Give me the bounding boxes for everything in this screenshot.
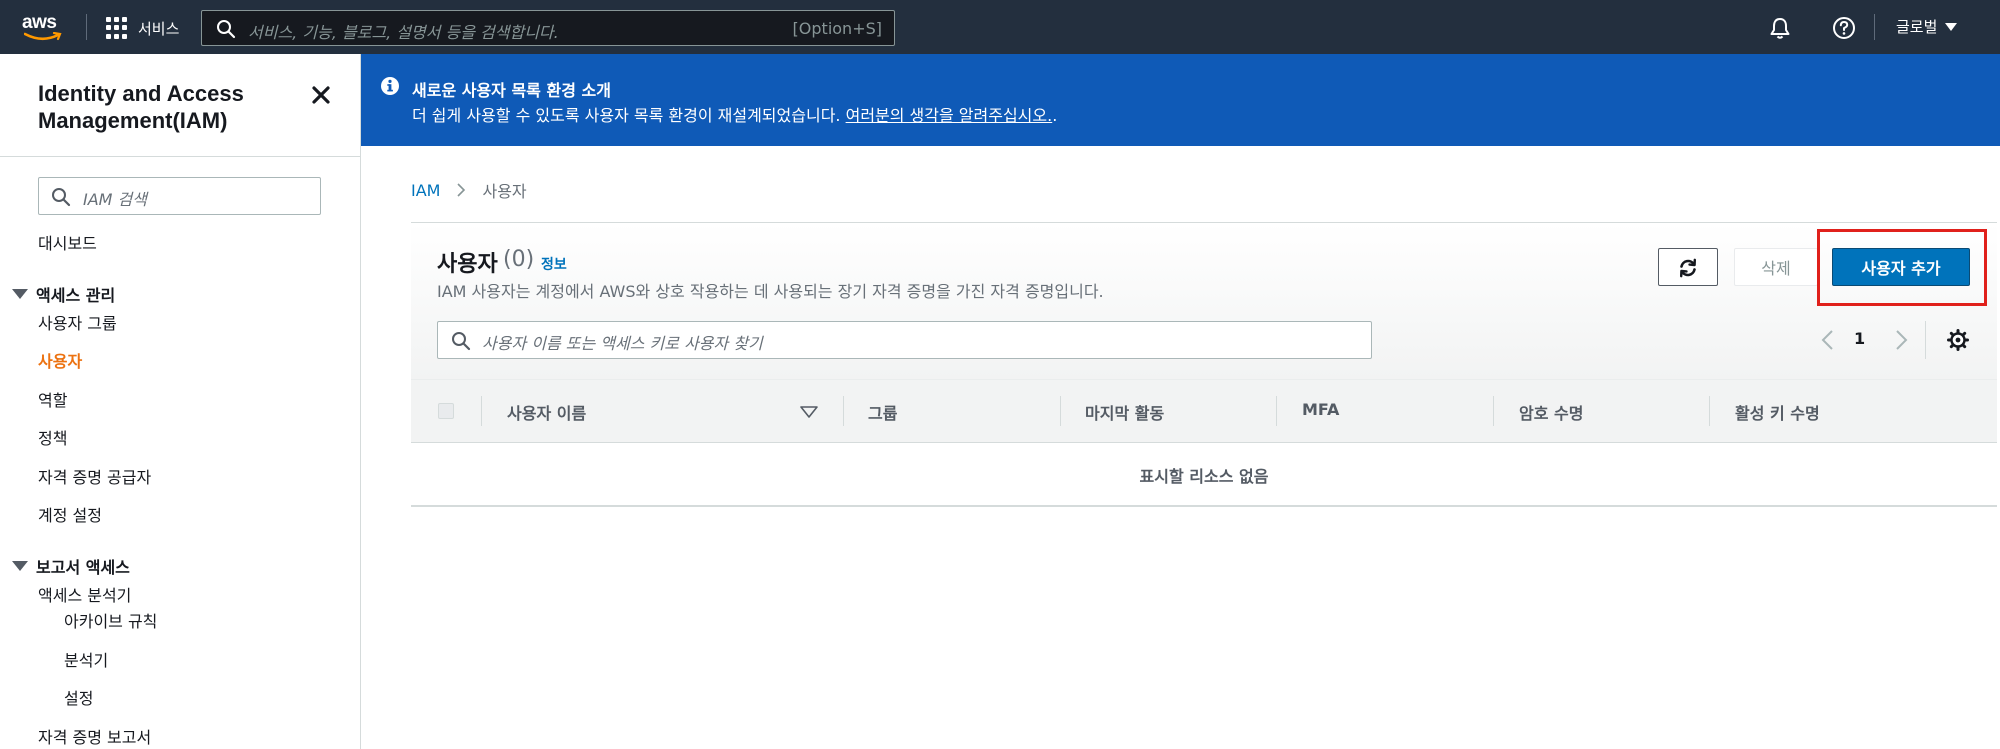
add-user-button[interactable]: 사용자 추가 [1832,248,1970,286]
sidebar-item-analyzers[interactable]: 분석기 [64,647,108,671]
banner-text-suffix: . [1052,106,1058,125]
search-icon [52,188,71,207]
column-header-user-name[interactable]: 사용자 이름 [507,400,586,424]
users-panel-description: IAM 사용자는 계정에서 AWS와 상호 작용하는 데 사용되는 장기 자격 … [437,282,1104,301]
table-header-row: 사용자 이름 그룹 마지막 활동 MFA 암호 수명 활성 키 수명 [411,379,1997,443]
user-filter-placeholder: 사용자 이름 또는 액세스 키로 사용자 찾기 [482,334,763,353]
table-preferences-button[interactable] [1946,328,1970,352]
gear-icon [1947,329,1969,351]
column-divider [1493,396,1494,426]
sidebar-search-input[interactable]: IAM 검색 [38,177,321,215]
caret-down-icon [12,289,28,299]
banner-text-line: 더 쉽게 사용할 수 있도록 사용자 목록 환경이 재설계되었습니다. 여러분의… [412,102,1057,126]
column-header-active-key-age[interactable]: 활성 키 수명 [1735,400,1820,424]
grid-icon [106,17,128,39]
region-label: 글로벌 [1896,18,1938,36]
sidebar-item-user-groups[interactable]: 사용자 그룹 [38,310,117,334]
sidebar-item-account-settings[interactable]: 계정 설정 [38,502,102,526]
sidebar-item-roles[interactable]: 역할 [38,387,67,411]
info-link[interactable]: 정보 [541,254,567,274]
sidebar-item-users[interactable]: 사용자 [38,348,82,372]
delete-button[interactable]: 삭제 [1734,248,1818,286]
notifications-button[interactable] [1767,15,1793,41]
table-empty-row: 표시할 리소스 없음 [411,443,1997,507]
nav-divider [1874,14,1875,40]
sidebar-item-dashboard[interactable]: 대시보드 [38,230,97,254]
bell-icon [1770,18,1790,39]
sidebar-close-button[interactable] [310,84,332,106]
pagination-previous-button[interactable] [1816,327,1840,353]
banner-title: 새로운 사용자 목록 환경 소개 [412,81,611,100]
aws-logo[interactable]: aws [22,10,66,44]
sort-down-icon[interactable] [800,406,818,418]
chevron-right-icon [457,183,466,197]
sidebar-item-credential-report[interactable]: 자격 증명 보고서 [38,724,151,748]
sidebar-section-label: 보고서 액세스 [36,558,130,577]
sidebar-section-access-management[interactable]: 액세스 관리 [12,282,115,306]
help-button[interactable] [1831,15,1857,41]
sidebar-divider [0,156,361,157]
pagination-next-button[interactable] [1889,327,1913,353]
banner-text: 더 쉽게 사용할 수 있도록 사용자 목록 환경이 재설계되었습니다. [412,106,846,125]
close-icon [312,86,330,104]
pagination-divider [1925,321,1926,359]
select-all-checkbox[interactable] [438,403,454,419]
sidebar-section-label: 액세스 관리 [36,286,116,305]
aws-logo-text: aws [22,12,57,33]
sidebar-title[interactable]: Identity and Access Management(IAM) [38,80,298,134]
banner-feedback-link[interactable]: 여러분의 생각을 알려주십시오. [846,106,1053,125]
column-header-groups[interactable]: 그룹 [868,400,897,424]
sidebar-item-access-analyzer[interactable]: 액세스 분석기 [38,582,131,606]
global-search-input[interactable]: 서비스, 기능, 블로그, 설명서 등을 검색합니다. [Option+S] [201,10,895,46]
search-shortcut-hint: [Option+S] [792,19,882,38]
column-divider [843,396,844,426]
sidebar-section-access-reports[interactable]: 보고서 액세스 [12,554,130,578]
column-divider [481,396,482,426]
sidebar-item-policies[interactable]: 정책 [38,425,67,449]
region-selector[interactable]: 글로벌 [1896,16,1958,37]
caret-down-icon [12,561,28,571]
users-table-panel: 사용자 (0) 정보 IAM 사용자는 계정에서 AWS와 상호 작용하는 데 … [411,222,1997,508]
info-banner: 새로운 사용자 목록 환경 소개 더 쉽게 사용할 수 있도록 사용자 목록 환… [361,54,2000,146]
sidebar-search-placeholder: IAM 검색 [83,190,147,209]
breadcrumb: IAM 사용자 [411,178,527,202]
pagination-page-number[interactable]: 1 [1854,329,1865,348]
column-divider [1276,396,1277,426]
services-label: 서비스 [138,19,180,38]
user-filter-input[interactable]: 사용자 이름 또는 액세스 키로 사용자 찾기 [437,321,1372,359]
sidebar-item-identity-providers[interactable]: 자격 증명 공급자 [38,464,151,488]
sidebar-item-archive-rules[interactable]: 아카이브 규칙 [64,608,157,632]
sidebar-item-settings[interactable]: 설정 [64,685,93,709]
services-menu-button[interactable]: 서비스 [106,15,179,41]
sidebar: Identity and Access Management(IAM) IAM … [0,54,361,749]
users-panel-title: 사용자 [437,252,498,277]
column-header-last-activity[interactable]: 마지막 활동 [1085,400,1164,424]
top-navigation: aws 서비스 서비스, 기능, 블로그, 설명서 등을 검색합니다. [Opt… [0,0,2000,54]
search-icon [217,20,236,39]
refresh-icon [1680,258,1696,278]
aws-smile-icon [24,32,62,41]
search-icon [452,332,471,351]
column-header-mfa[interactable]: MFA [1302,400,1339,419]
column-divider [1060,396,1061,426]
caret-down-icon [1945,22,1958,31]
refresh-button[interactable] [1658,248,1718,286]
chevron-left-icon [1821,330,1833,350]
help-icon [1833,17,1855,39]
breadcrumb-iam-link[interactable]: IAM [411,181,440,200]
column-divider [1709,396,1710,426]
users-count: (0) [503,247,535,272]
global-search-placeholder: 서비스, 기능, 블로그, 설명서 등을 검색합니다. [248,23,559,42]
chevron-right-icon [1896,330,1908,350]
info-icon [381,77,399,95]
users-panel-header: 사용자 (0) 정보 IAM 사용자는 계정에서 AWS와 상호 작용하는 데 … [411,223,1997,379]
breadcrumb-current: 사용자 [482,182,527,201]
nav-divider [86,14,87,40]
empty-state-message: 표시할 리소스 없음 [1139,467,1269,486]
column-header-password-age[interactable]: 암호 수명 [1519,400,1583,424]
